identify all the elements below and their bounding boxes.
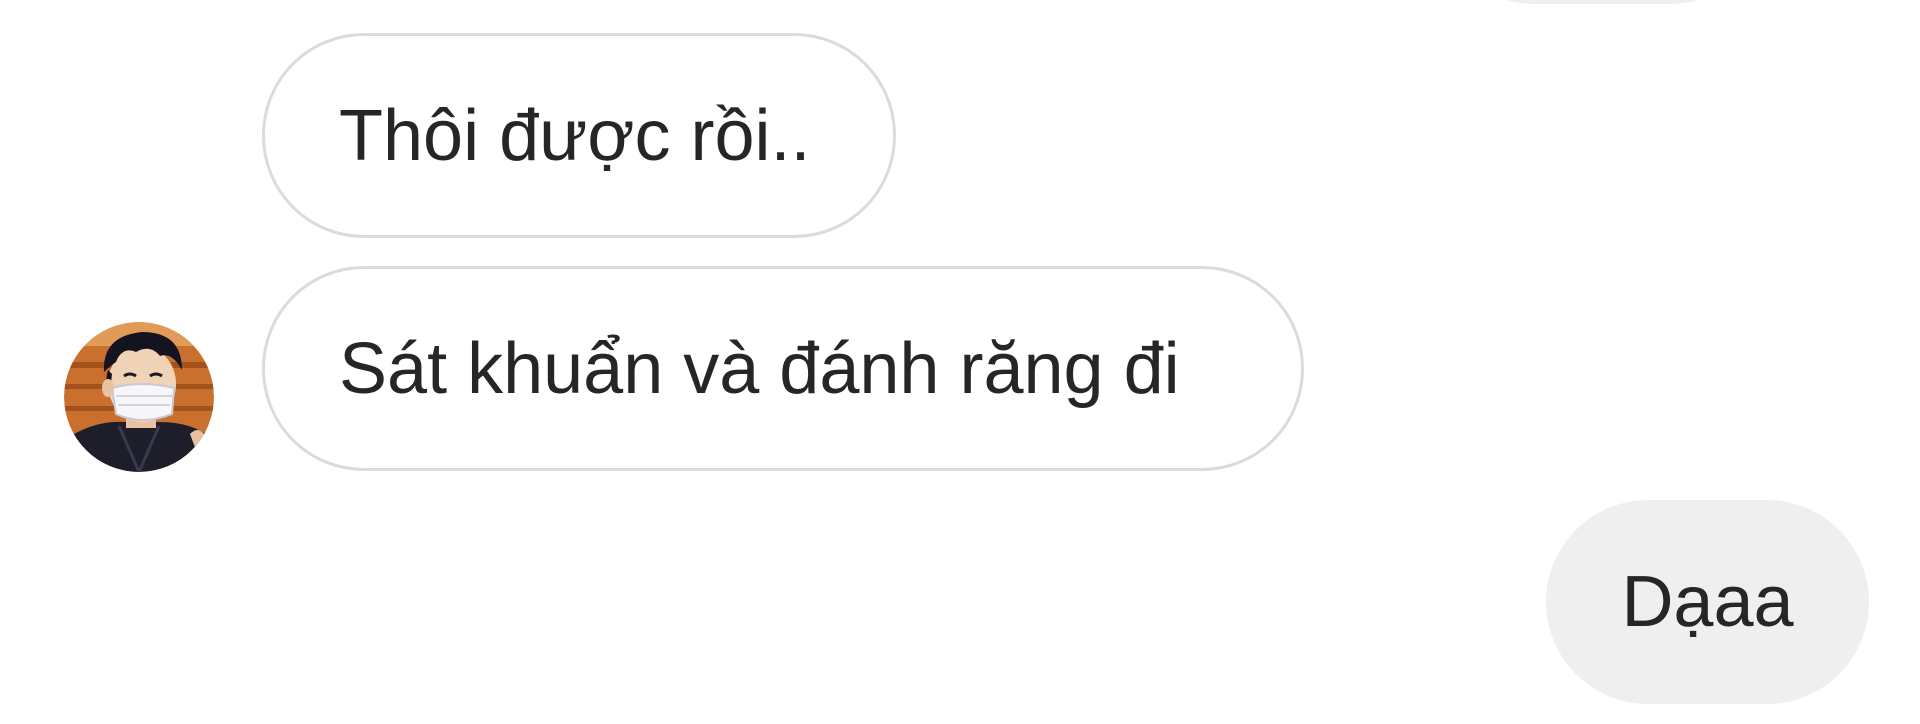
message-text: Dạaa [1621, 562, 1794, 642]
message-text: Sát khuẩn và đánh răng đi [339, 328, 1180, 409]
received-message-bubble[interactable]: Sát khuẩn và đánh răng đi [262, 266, 1304, 471]
sender-avatar[interactable] [64, 322, 214, 472]
message-text: Thôi được rồi.. [339, 95, 811, 176]
previous-message-bubble[interactable] [1432, 0, 1772, 4]
avatar-icon [64, 322, 214, 472]
received-message-bubble[interactable]: Thôi được rồi.. [262, 33, 896, 238]
sent-message-bubble[interactable]: Dạaa [1546, 500, 1869, 704]
